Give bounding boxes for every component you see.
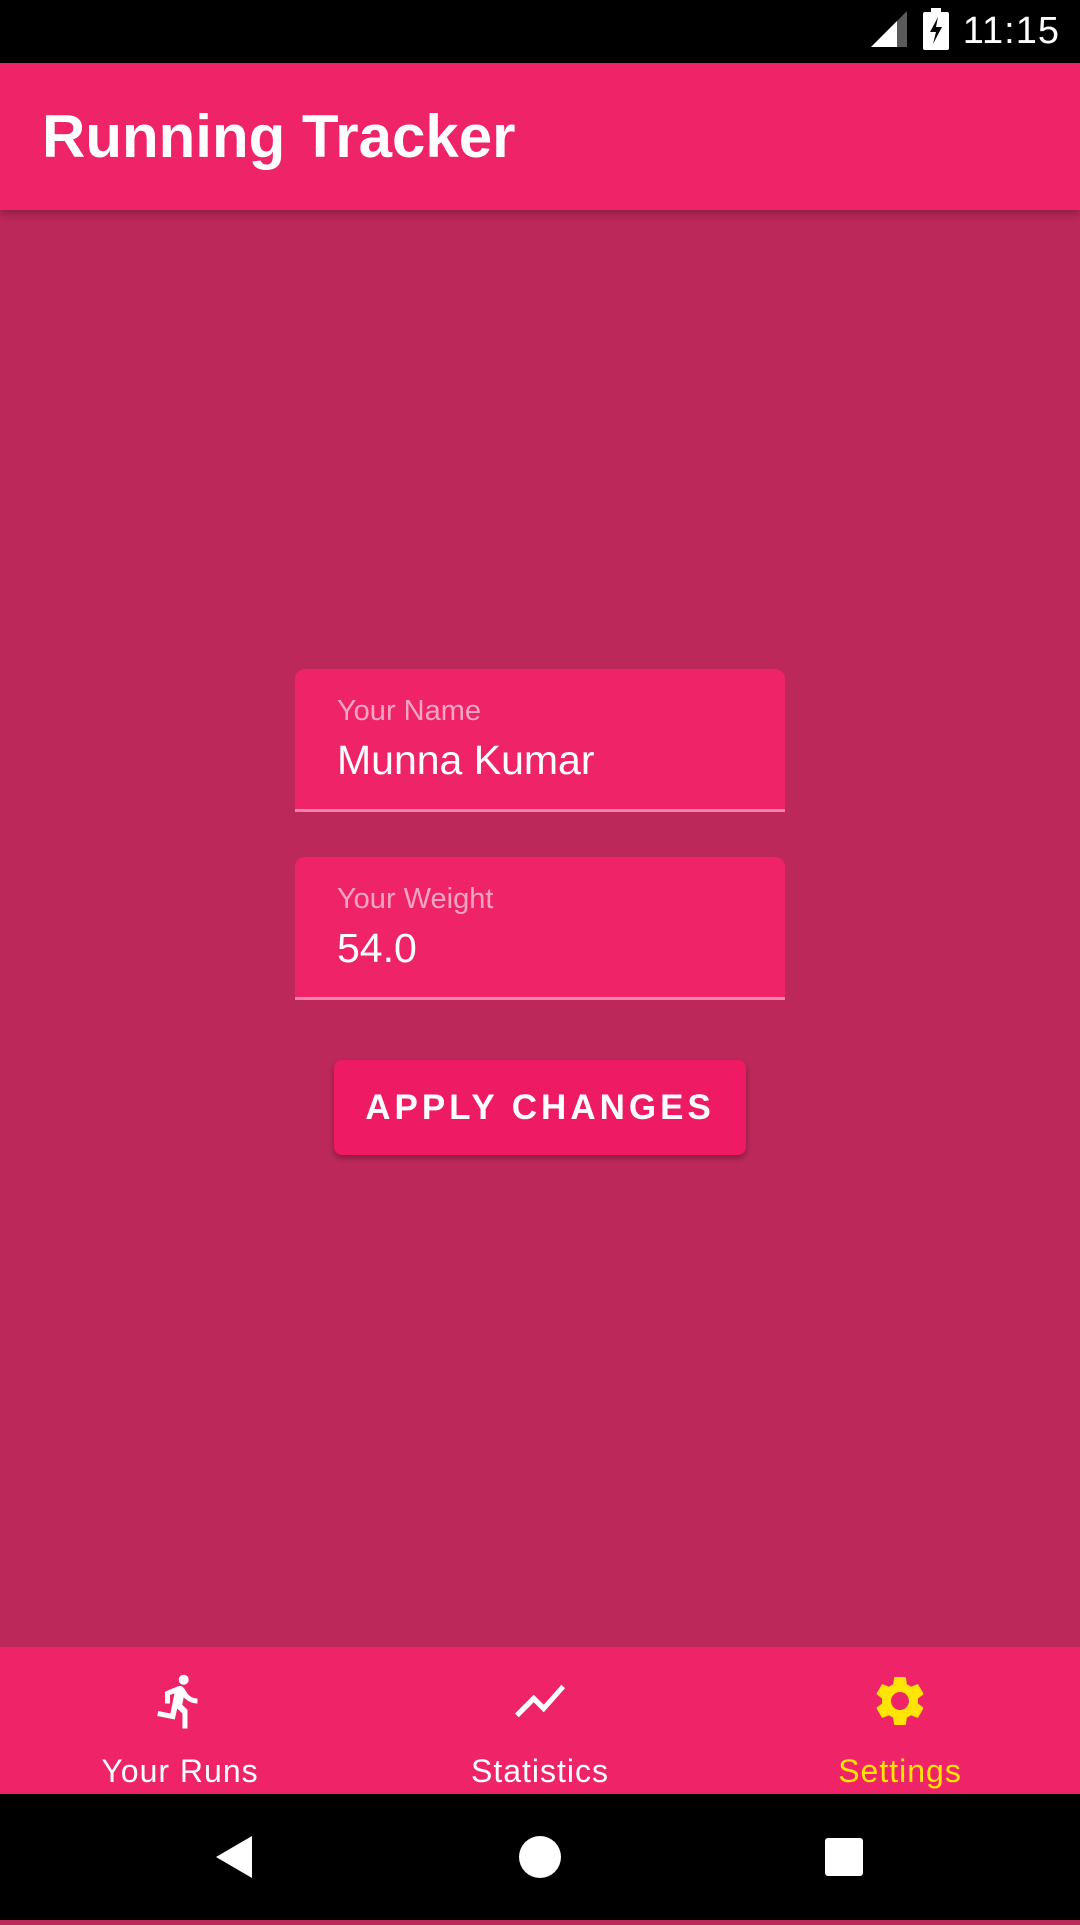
name-input[interactable]	[337, 737, 757, 784]
nav-label-settings: Settings	[838, 1753, 962, 1789]
apply-changes-button[interactable]: APPLY CHANGES	[334, 1060, 746, 1155]
gear-icon	[870, 1671, 930, 1731]
weight-field[interactable]: Your Weight	[295, 857, 785, 1000]
recents-icon[interactable]	[784, 1794, 904, 1920]
status-time: 11:15	[962, 10, 1060, 52]
trending-line-icon	[510, 1671, 570, 1731]
bottom-navigation: Your Runs Statistics Settings	[0, 1647, 1080, 1794]
home-icon[interactable]	[480, 1794, 600, 1920]
name-field-label: Your Name	[337, 695, 482, 727]
nav-item-settings[interactable]: Settings	[720, 1647, 1080, 1794]
status-bar: 11:15	[0, 0, 1080, 63]
weight-field-label: Your Weight	[337, 883, 494, 915]
nav-label-your-runs: Your Runs	[101, 1753, 259, 1789]
battery-charging-icon	[922, 8, 949, 55]
weight-input[interactable]	[337, 925, 757, 972]
nav-item-statistics[interactable]: Statistics	[360, 1647, 720, 1794]
app-title: Running Tracker	[42, 103, 516, 170]
status-icons: 11:15	[869, 0, 1060, 63]
nav-label-statistics: Statistics	[470, 1753, 610, 1789]
name-field[interactable]: Your Name	[295, 669, 785, 812]
back-icon[interactable]	[176, 1794, 296, 1920]
app-bar: Running Tracker	[0, 63, 1080, 210]
nav-item-your-runs[interactable]: Your Runs	[0, 1647, 360, 1794]
signal-icon	[869, 9, 909, 54]
running-person-icon	[150, 1671, 210, 1731]
system-navigation-bar	[0, 1794, 1080, 1920]
